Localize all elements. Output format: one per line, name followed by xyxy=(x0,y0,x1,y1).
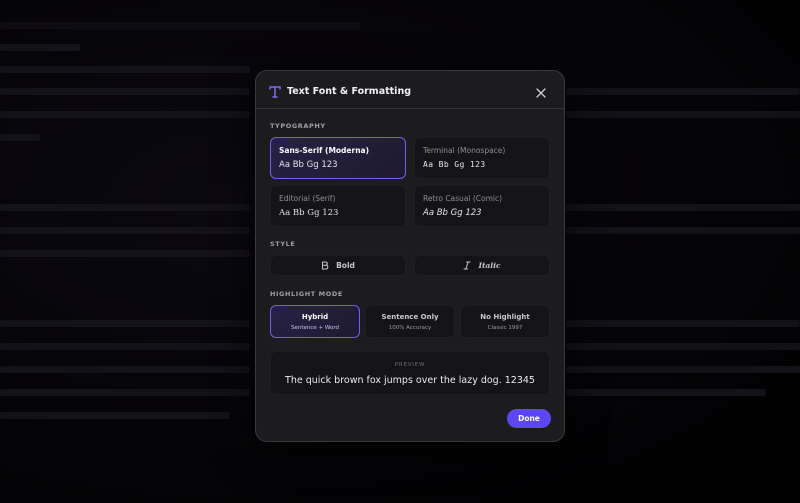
highlight-option-subtitle: Sentence + Word xyxy=(290,325,340,331)
font-option-name: Editorial (Serif) xyxy=(279,194,336,203)
highlight-option-title: Sentence Only xyxy=(381,313,439,321)
font-option-sans-serif[interactable]: Sans-Serif (Moderna) Aa Bb Gg 123 xyxy=(270,137,406,179)
dialog-title: Text Font & Formatting xyxy=(287,86,412,97)
typography-section-label: TYPOGRAPHY xyxy=(270,122,326,130)
font-formatting-dialog: Text Font & Formatting TYPOGRAPHY Sans-S… xyxy=(255,70,565,442)
font-option-sample: Aa Bb Gg 123 xyxy=(423,208,482,218)
preview-text: The quick brown fox jumps over the lazy … xyxy=(285,375,535,386)
font-option-sample: Aa Bb Gg 123 xyxy=(423,160,486,169)
highlight-option-subtitle: 100% Accuracy xyxy=(388,325,432,331)
font-option-monospace[interactable]: Terminal (Monospace) Aa Bb Gg 123 xyxy=(414,137,550,179)
highlight-option-title: No Highlight xyxy=(480,313,530,321)
bold-label: Bold xyxy=(336,261,355,270)
font-option-name: Terminal (Monospace) xyxy=(423,146,506,155)
highlight-section-label: HIGHLIGHT MODE xyxy=(270,290,343,298)
done-button[interactable]: Done xyxy=(507,409,551,428)
italic-button[interactable]: Italic xyxy=(414,255,550,276)
dialog-header: Text Font & Formatting xyxy=(256,71,564,109)
highlight-option-no-highlight[interactable]: No Highlight Classic 1997 xyxy=(460,305,550,338)
font-option-sample: Aa Bb Gg 123 xyxy=(279,160,338,170)
font-option-name: Sans-Serif (Moderna) xyxy=(279,146,370,155)
font-option-name: Retro Casual (Comic) xyxy=(423,194,503,203)
highlight-option-subtitle: Classic 1997 xyxy=(487,325,523,331)
font-option-serif[interactable]: Editorial (Serif) Aa Bb Gg 123 xyxy=(270,185,406,227)
highlight-option-hybrid[interactable]: Hybrid Sentence + Word xyxy=(270,305,360,338)
bold-icon xyxy=(322,261,329,270)
font-option-sample: Aa Bb Gg 123 xyxy=(279,208,339,218)
highlight-option-title: Hybrid xyxy=(301,313,329,321)
font-option-comic[interactable]: Retro Casual (Comic) Aa Bb Gg 123 xyxy=(414,185,550,227)
close-icon[interactable] xyxy=(535,87,547,99)
preview-label: PREVIEW xyxy=(394,362,426,368)
bold-button[interactable]: Bold xyxy=(270,255,406,276)
style-section-label: STYLE xyxy=(270,240,296,248)
preview-box: PREVIEW The quick brown fox jumps over t… xyxy=(270,351,550,395)
text-t-icon xyxy=(269,86,281,98)
highlight-option-sentence-only[interactable]: Sentence Only 100% Accuracy xyxy=(365,305,455,338)
italic-icon xyxy=(463,261,471,270)
italic-label: Italic xyxy=(478,261,501,270)
